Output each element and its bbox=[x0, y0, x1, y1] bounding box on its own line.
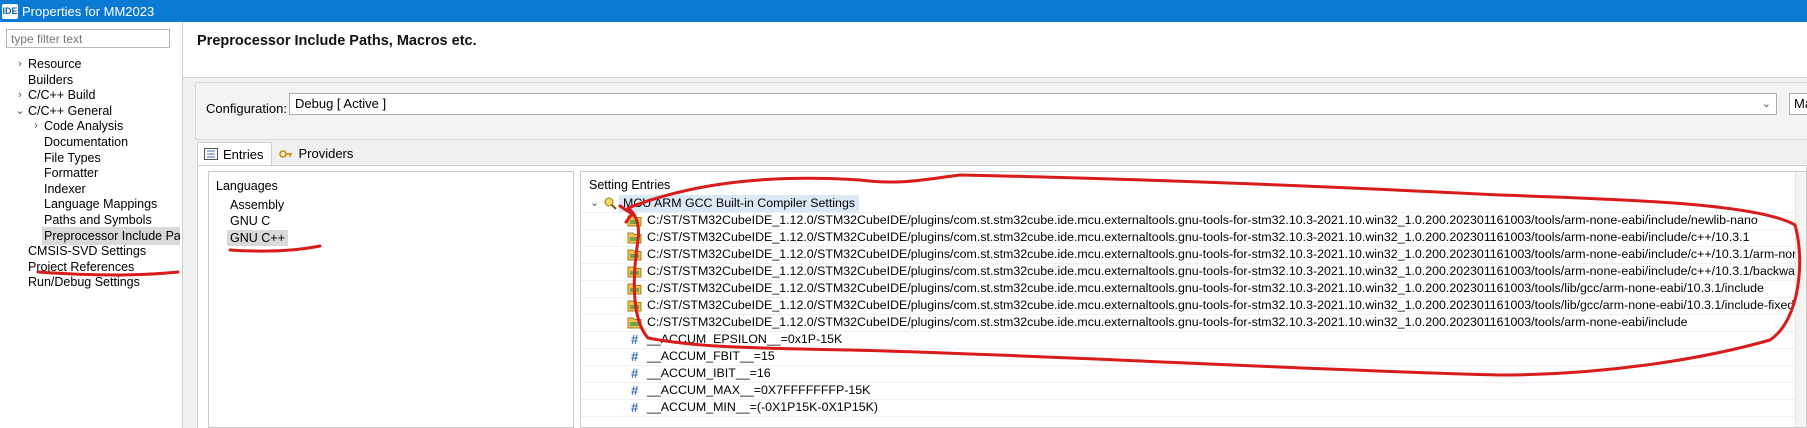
entry-group-label: MCU ARM GCC Built-in Compiler Settings bbox=[619, 195, 860, 212]
include-path-text: C:/ST/STM32CubeIDE_1.12.0/STM32CubeIDE/p… bbox=[647, 298, 1795, 312]
chevron-down-icon[interactable]: ⌄ bbox=[590, 195, 599, 212]
include-path-row[interactable]: C:/ST/STM32CubeIDE_1.12.0/STM32CubeIDE/p… bbox=[581, 263, 1806, 281]
setting-entries-title: Setting Entries bbox=[589, 178, 671, 192]
include-folder-icon bbox=[627, 283, 642, 295]
setting-entries-tree: Setting Entries ⌄ MCU ARM GCC Built-in C… bbox=[580, 171, 1807, 428]
macro-hash-icon: # bbox=[631, 349, 639, 364]
language-item-assembly[interactable]: Assembly bbox=[227, 197, 287, 213]
include-folder-icon bbox=[627, 300, 642, 312]
entries-list-icon bbox=[204, 148, 218, 160]
tab-label: Entries bbox=[223, 146, 264, 162]
tree-item-run-debug-settings[interactable]: Run/Debug Settings bbox=[0, 273, 182, 291]
macro-text: __ACCUM_IBIT__=16 bbox=[647, 366, 771, 380]
include-path-row[interactable]: C:/ST/STM32CubeIDE_1.12.0/STM32CubeIDE/p… bbox=[581, 280, 1806, 298]
include-path-text: C:/ST/STM32CubeIDE_1.12.0/STM32CubeIDE/p… bbox=[647, 315, 1688, 329]
tab-bar: Entries Providers bbox=[197, 142, 362, 166]
page-title: Preprocessor Include Paths, Macros etc. bbox=[197, 33, 477, 49]
include-path-text: C:/ST/STM32CubeIDE_1.12.0/STM32CubeIDE/p… bbox=[647, 264, 1806, 278]
include-folder-icon bbox=[627, 215, 642, 227]
macro-text: __ACCUM_FBIT__=15 bbox=[647, 349, 775, 363]
macro-hash-icon: # bbox=[631, 400, 639, 415]
window-title: Properties for MM2023 bbox=[22, 3, 155, 19]
tree-item-label: Run/Debug Settings bbox=[28, 275, 140, 290]
languages-title: Languages bbox=[216, 179, 278, 193]
manage-configurations-button[interactable]: Manage bbox=[1789, 93, 1807, 115]
include-folder-icon bbox=[627, 249, 642, 261]
macro-text: __ACCUM_MIN__=(-0X1P15K-0X1P15K) bbox=[647, 400, 879, 414]
window-titlebar: IDE Properties for MM2023 bbox=[0, 0, 1807, 22]
page-header: Preprocessor Include Paths, Macros etc. bbox=[183, 22, 1807, 78]
macro-text: __ACCUM_EPSILON__=0x1P-15K bbox=[647, 332, 843, 346]
macro-row[interactable]: # __ACCUM_EPSILON__=0x1P-15K bbox=[581, 331, 1806, 349]
languages-list: Languages Assembly GNU C GNU C++ bbox=[208, 171, 574, 428]
include-path-text: C:/ST/STM32CubeIDE_1.12.0/STM32CubeIDE/p… bbox=[647, 247, 1807, 261]
include-path-text: C:/ST/STM32CubeIDE_1.12.0/STM32CubeIDE/p… bbox=[647, 213, 1758, 227]
tab-entries[interactable]: Entries bbox=[197, 142, 273, 165]
language-item-gnu-c[interactable]: GNU C bbox=[227, 213, 273, 229]
include-folder-icon bbox=[627, 317, 642, 329]
macro-hash-icon: # bbox=[631, 366, 639, 381]
macro-hash-icon: # bbox=[631, 332, 639, 347]
include-folder-icon bbox=[627, 266, 642, 278]
ide-logo-icon: IDE bbox=[2, 3, 18, 19]
property-tree-panel: › Resource Builders › C/C++ Build ⌄ C/C+… bbox=[0, 22, 183, 428]
macro-row[interactable]: # __ACCUM_IBIT__=16 bbox=[581, 365, 1806, 383]
entry-group-row[interactable]: ⌄ MCU ARM GCC Built-in Compiler Settings bbox=[581, 195, 1806, 213]
provider-settings-icon bbox=[604, 197, 617, 210]
configuration-label: Configuration: bbox=[206, 101, 287, 116]
configuration-select[interactable]: Debug [ Active ] ⌄ bbox=[289, 93, 1777, 115]
tab-label: Providers bbox=[298, 146, 354, 161]
include-folder-icon bbox=[627, 232, 642, 244]
macro-row[interactable]: # __ACCUM_FBIT__=15 bbox=[581, 348, 1806, 366]
include-path-row[interactable]: C:/ST/STM32CubeIDE_1.12.0/STM32CubeIDE/p… bbox=[581, 297, 1806, 315]
key-icon bbox=[279, 149, 293, 158]
language-item-gnu-cpp[interactable]: GNU C++ bbox=[227, 230, 288, 246]
configuration-value: Debug [ Active ] bbox=[295, 96, 387, 111]
include-path-row[interactable]: C:/ST/STM32CubeIDE_1.12.0/STM32CubeIDE/p… bbox=[581, 314, 1806, 332]
macro-hash-icon: # bbox=[631, 383, 639, 398]
tab-providers[interactable]: Providers bbox=[272, 142, 362, 165]
include-path-row[interactable]: C:/ST/STM32CubeIDE_1.12.0/STM32CubeIDE/p… bbox=[581, 229, 1806, 247]
filter-input[interactable] bbox=[6, 29, 170, 48]
configuration-group: Configuration: Debug [ Active ] ⌄ Manage bbox=[195, 82, 1807, 140]
include-path-text: C:/ST/STM32CubeIDE_1.12.0/STM32CubeIDE/p… bbox=[647, 230, 1750, 244]
include-path-row[interactable]: C:/ST/STM32CubeIDE_1.12.0/STM32CubeIDE/p… bbox=[581, 212, 1806, 230]
chevron-down-icon: ⌄ bbox=[1761, 98, 1771, 110]
macro-row[interactable]: # __ACCUM_MIN__=(-0X1P15K-0X1P15K) bbox=[581, 399, 1806, 417]
macro-row[interactable]: # __ACCUM_MAX__=0X7FFFFFFFP-15K bbox=[581, 382, 1806, 400]
include-path-text: C:/ST/STM32CubeIDE_1.12.0/STM32CubeIDE/p… bbox=[647, 281, 1764, 295]
macro-text: __ACCUM_MAX__=0X7FFFFFFFP-15K bbox=[647, 383, 871, 397]
include-path-row[interactable]: C:/ST/STM32CubeIDE_1.12.0/STM32CubeIDE/p… bbox=[581, 246, 1807, 264]
vertical-scrollbar[interactable] bbox=[1795, 172, 1806, 427]
